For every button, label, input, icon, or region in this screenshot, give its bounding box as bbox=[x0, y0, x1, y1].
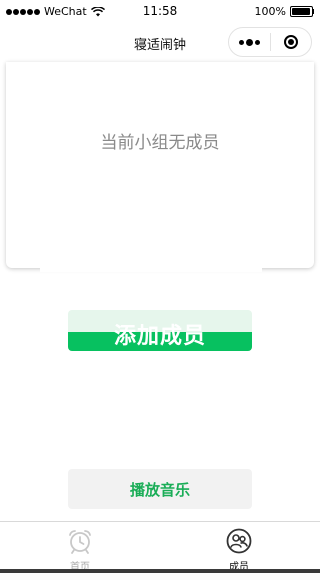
tab-members[interactable]: 成员 bbox=[199, 522, 279, 574]
close-icon[interactable] bbox=[271, 28, 311, 56]
battery-icon bbox=[290, 6, 314, 17]
tab-bar: 首页 成员 bbox=[0, 521, 320, 573]
alarm-clock-icon bbox=[67, 528, 93, 554]
card-fade bbox=[40, 266, 262, 272]
add-member-button[interactable]: 添加成员 bbox=[68, 310, 252, 351]
play-music-label: 播放音乐 bbox=[129, 480, 190, 499]
bottom-edge bbox=[0, 569, 320, 573]
play-music-button[interactable]: 播放音乐 bbox=[68, 469, 252, 509]
status-right: 100% bbox=[255, 5, 314, 18]
status-bar: WeChat 11:58 100% bbox=[0, 0, 320, 26]
members-icon bbox=[226, 528, 252, 554]
mini-program-capsule bbox=[228, 27, 312, 57]
more-icon[interactable] bbox=[229, 28, 270, 56]
battery-percent: 100% bbox=[254, 5, 286, 18]
add-member-label: 添加成员 bbox=[113, 324, 206, 349]
empty-members-text: 当前小组无成员 bbox=[100, 133, 220, 153]
member-list-card: 当前小组无成员 bbox=[6, 62, 314, 268]
tab-home[interactable]: 首页 bbox=[40, 522, 120, 574]
nav-bar: 寝适闹钟 bbox=[0, 26, 320, 62]
